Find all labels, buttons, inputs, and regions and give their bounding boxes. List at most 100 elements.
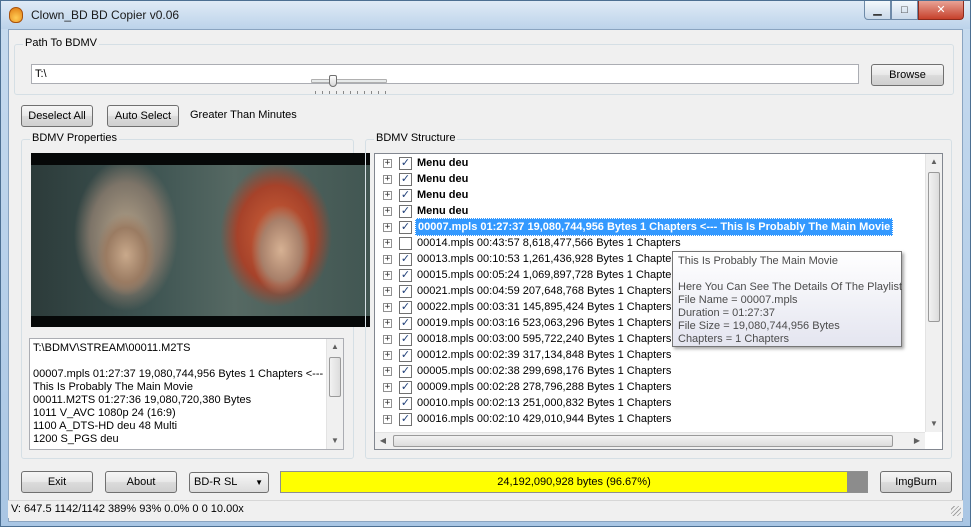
row-checkbox[interactable]: ✓ [399, 268, 412, 282]
row-checkbox[interactable]: ✓ [399, 252, 412, 266]
tree-row[interactable]: + ✓ 00005.mpls 00:02:38 299,698,176 Bytes … [383, 363, 673, 379]
row-checkbox[interactable]: ✓ [399, 156, 412, 170]
scroll-down-icon[interactable]: ▼ [926, 416, 942, 432]
row-checkbox[interactable]: ✓ [399, 172, 412, 186]
properties-line: 00007.mpls 01:27:37 19,080,744,956 Bytes… [33, 368, 324, 380]
tree-row[interactable]: + ✓ 00019.mpls 00:03:16 523,063,296 Bytes … [383, 315, 673, 331]
expand-plus-icon[interactable]: + [383, 206, 392, 216]
tree-row[interactable]: + ✓ 00022.mpls 00:03:31 145,895,424 Bytes … [383, 299, 673, 315]
row-checkbox[interactable]: ✓ [399, 364, 412, 378]
tooltip-line [678, 268, 896, 281]
imgburn-button[interactable]: ImgBurn [880, 471, 952, 493]
row-checkbox[interactable]: ✓ [399, 412, 412, 426]
expand-plus-icon[interactable]: + [383, 222, 392, 232]
row-checkbox[interactable]: ✓ [399, 396, 412, 410]
slider-tick [364, 91, 365, 94]
scroll-left-icon[interactable]: ◀ [375, 433, 391, 449]
exit-button[interactable]: Exit [21, 471, 93, 493]
minutes-slider-track[interactable] [311, 79, 387, 83]
tree-row-label: 00013.mpls 00:10:53 1,261,436,928 Bytes … [417, 253, 681, 265]
expand-plus-icon[interactable]: + [383, 302, 392, 312]
tree-row-label: 00010.mpls 00:02:13 251,000,832 Bytes 1 … [417, 397, 672, 409]
expand-plus-icon[interactable]: + [383, 366, 392, 376]
disc-type-select[interactable]: BD-R SL ▼ [189, 472, 269, 493]
path-group-label: Path To BDMV [23, 37, 99, 49]
bdmv-path-input[interactable]: T:\ [31, 64, 859, 84]
tree-row-label: 00021.mpls 00:04:59 207,648,768 Bytes 1 … [417, 285, 672, 297]
scroll-up-icon[interactable]: ▲ [327, 339, 343, 355]
scroll-down-icon[interactable]: ▼ [327, 433, 343, 449]
expand-plus-icon[interactable]: + [383, 254, 392, 264]
expand-plus-icon[interactable]: + [383, 174, 392, 184]
expand-plus-icon[interactable]: + [383, 270, 392, 280]
window-title: Clown_BD BD Copier v0.06 [31, 8, 180, 22]
maximize-button[interactable]: □ [891, 1, 918, 20]
title-bar[interactable]: Clown_BD BD Copier v0.06 ▁ □ ✕ [1, 1, 970, 29]
tree-row[interactable]: + ✓ 00009.mpls 00:02:28 278,796,288 Bytes … [383, 379, 673, 395]
expand-plus-icon[interactable]: + [383, 318, 392, 328]
slider-tick [322, 91, 323, 94]
deselect-all-button[interactable]: Deselect All [21, 105, 93, 127]
expand-plus-icon[interactable]: + [383, 414, 392, 424]
row-checkbox[interactable]: ✓ [399, 284, 412, 298]
tree-row[interactable]: + ✓ 00021.mpls 00:04:59 207,648,768 Bytes … [383, 283, 673, 299]
row-checkbox[interactable] [399, 236, 412, 250]
properties-scrollbar[interactable]: ▲ ▼ [326, 339, 343, 449]
expand-plus-icon[interactable]: + [383, 190, 392, 200]
browse-button[interactable]: Browse [871, 64, 944, 86]
tree-row-label: 00009.mpls 00:02:28 278,796,288 Bytes 1 … [417, 381, 672, 393]
close-button[interactable]: ✕ [918, 1, 964, 20]
tree-row[interactable]: + ✓ Menu deu [383, 171, 470, 187]
row-checkbox[interactable]: ✓ [399, 188, 412, 202]
row-checkbox[interactable]: ✓ [399, 220, 412, 234]
slider-tick [336, 91, 337, 94]
expand-plus-icon[interactable]: + [383, 350, 392, 360]
tree-vertical-scrollbar[interactable]: ▲ ▼ [925, 154, 942, 432]
minimize-button[interactable]: ▁ [864, 1, 891, 20]
tree-row[interactable]: + ✓ Menu deu [383, 203, 470, 219]
expand-plus-icon[interactable]: + [383, 286, 392, 296]
expand-plus-icon[interactable]: + [383, 398, 392, 408]
properties-line: 00011.M2TS 01:27:36 19,080,720,380 Bytes [33, 394, 252, 406]
tree-row[interactable]: + ✓ Menu deu [383, 187, 470, 203]
size-progress-bar: 24,192,090,928 bytes (96.67%) [280, 471, 868, 493]
expand-plus-icon[interactable]: + [383, 334, 392, 344]
tree-row-label: Menu deu [417, 157, 469, 169]
row-checkbox[interactable]: ✓ [399, 316, 412, 330]
tree-row[interactable]: + ✓ 00018.mpls 00:03:00 595,722,240 Bytes … [383, 331, 673, 347]
tree-row[interactable]: + ✓ 00013.mpls 00:10:53 1,261,436,928 Byte… [383, 251, 683, 267]
video-preview [31, 153, 370, 327]
resize-grip[interactable] [951, 506, 961, 516]
tree-row[interactable]: + ✓ 00007.mpls 01:27:37 19,080,744,956 Byt… [383, 218, 894, 236]
tree-scroll-thumb[interactable] [928, 172, 940, 322]
minutes-slider-thumb[interactable] [328, 75, 337, 87]
row-checkbox[interactable]: ✓ [399, 348, 412, 362]
tree-horizontal-scrollbar[interactable]: ◀ ▶ [375, 432, 925, 449]
tree-hscroll-thumb[interactable] [393, 435, 893, 447]
tree-row[interactable]: + ✓ 00012.mpls 00:02:39 317,134,848 Bytes … [383, 347, 673, 363]
row-checkbox[interactable]: ✓ [399, 332, 412, 346]
tooltip-line: Here You Can See The Details Of The Play… [678, 281, 902, 293]
properties-line: T:\BDMV\STREAM\00011.M2TS [33, 342, 191, 354]
tree-row[interactable]: + ✓ Menu deu [383, 155, 470, 171]
tree-row-label: 00015.mpls 00:05:24 1,069,897,728 Bytes … [417, 269, 681, 281]
tree-row[interactable]: + ✓ 00010.mpls 00:02:13 251,000,832 Bytes … [383, 395, 673, 411]
tooltip-line: Duration = 01:27:37 [678, 307, 775, 319]
row-checkbox[interactable]: ✓ [399, 300, 412, 314]
properties-scroll-thumb[interactable] [329, 357, 341, 397]
scroll-right-icon[interactable]: ▶ [909, 433, 925, 449]
properties-textbox[interactable]: T:\BDMV\STREAM\00011.M2TS 00007.mpls 01:2… [29, 338, 344, 450]
tree-row-label: 00018.mpls 00:03:00 595,722,240 Bytes 1 … [417, 333, 672, 345]
tree-row[interactable]: + ✓ 00016.mpls 00:02:10 429,010,944 Bytes … [383, 411, 673, 427]
playlist-tooltip: This Is Probably The Main Movie Here You … [672, 251, 902, 347]
auto-select-button[interactable]: Auto Select [107, 105, 179, 127]
tree-row[interactable]: +00014.mpls 00:43:57 8,618,477,566 Bytes… [383, 235, 683, 251]
expand-plus-icon[interactable]: + [383, 238, 392, 248]
row-checkbox[interactable]: ✓ [399, 204, 412, 218]
about-button[interactable]: About [105, 471, 177, 493]
expand-plus-icon[interactable]: + [383, 158, 392, 168]
scroll-up-icon[interactable]: ▲ [926, 154, 942, 170]
expand-plus-icon[interactable]: + [383, 382, 392, 392]
tree-row[interactable]: + ✓ 00015.mpls 00:05:24 1,069,897,728 Byte… [383, 267, 683, 283]
row-checkbox[interactable]: ✓ [399, 380, 412, 394]
